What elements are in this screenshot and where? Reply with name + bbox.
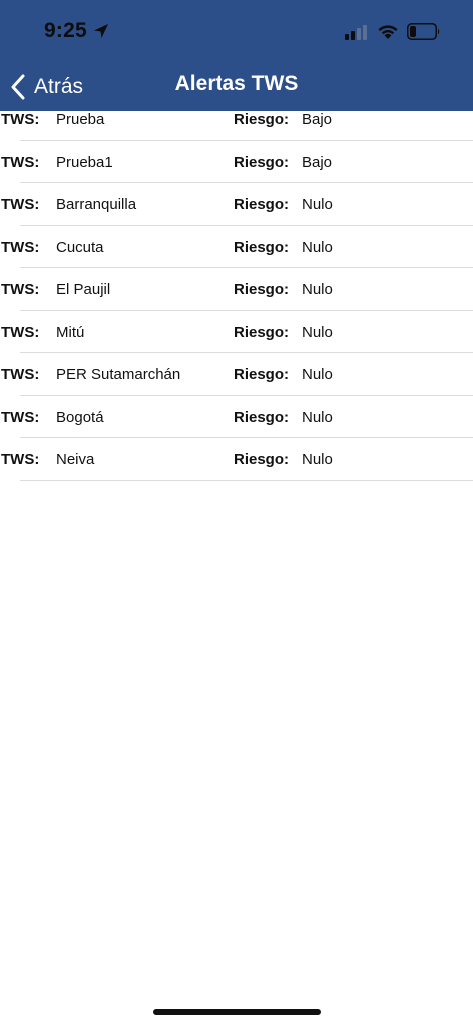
tws-name: PER Sutamarchán xyxy=(56,366,181,383)
risk-value: Nulo xyxy=(302,238,333,256)
tws-name: Mitú xyxy=(56,323,85,341)
risk-value: Nulo xyxy=(302,281,333,298)
risk-label: Riesgo: xyxy=(234,196,290,213)
alert-row[interactable]: TWS: El Paujil Riesgo: Nulo xyxy=(0,268,473,311)
tws-label: TWS: xyxy=(1,408,40,426)
risk-value: Nulo xyxy=(302,323,333,341)
tws-label: TWS: xyxy=(1,111,40,128)
tws-label: TWS: xyxy=(1,281,40,298)
alert-row[interactable]: TWS: Mitú Riesgo: Nulo xyxy=(0,311,473,354)
tws-name: Cucuta xyxy=(56,238,104,256)
risk-value: Nulo xyxy=(302,366,333,383)
tws-label: TWS: xyxy=(1,196,40,213)
risk-label: Riesgo: xyxy=(234,323,290,341)
tws-name: El Paujil xyxy=(56,281,111,298)
alert-row[interactable]: TWS: Bogotá Riesgo: Nulo xyxy=(0,396,473,439)
tws-label: TWS: xyxy=(1,323,40,341)
tws-label: TWS: xyxy=(1,451,40,468)
alert-row[interactable]: TWS: Neiva Riesgo: Nulo xyxy=(0,438,473,481)
status-time: 9:25 xyxy=(44,19,87,42)
cellular-signal-icon xyxy=(345,25,367,40)
risk-value: Bajo xyxy=(302,111,333,128)
risk-label: Riesgo: xyxy=(234,366,290,383)
risk-label: Riesgo: xyxy=(234,153,290,171)
tws-label: TWS: xyxy=(1,238,40,256)
risk-value: Nulo xyxy=(302,196,333,213)
alert-row[interactable]: TWS: Barranquilla Riesgo: Nulo xyxy=(0,183,473,226)
risk-value: Bajo xyxy=(302,153,333,171)
tws-name: Bogotá xyxy=(56,408,104,426)
alert-row[interactable]: TWS: Prueba Riesgo: Bajo xyxy=(0,98,473,141)
location-arrow-icon xyxy=(94,24,108,38)
risk-label: Riesgo: xyxy=(234,281,290,298)
risk-label: Riesgo: xyxy=(234,111,290,128)
wifi-icon xyxy=(378,25,398,39)
tws-name: Neiva xyxy=(56,451,95,468)
battery-icon xyxy=(407,23,440,40)
risk-value: Nulo xyxy=(302,451,333,468)
home-indicator[interactable] xyxy=(153,1009,321,1015)
tws-name: Prueba xyxy=(56,111,105,128)
status-bar: 9:25 xyxy=(0,0,473,64)
alert-row[interactable]: TWS: Cucuta Riesgo: Nulo xyxy=(0,226,473,269)
alert-row[interactable]: TWS: PER Sutamarchán Riesgo: Nulo xyxy=(0,353,473,396)
tws-name: Prueba1 xyxy=(56,153,113,171)
nav-header: 9:25 Atrás Alertas TWS xyxy=(0,0,473,111)
alert-list: TWS: Prueba Riesgo: Bajo TWS: Prueba1 Ri… xyxy=(0,98,473,481)
tws-label: TWS: xyxy=(1,366,40,383)
tws-name: Barranquilla xyxy=(56,196,137,213)
risk-value: Nulo xyxy=(302,408,333,426)
page-title: Alertas TWS xyxy=(174,72,299,95)
alert-row[interactable]: TWS: Prueba1 Riesgo: Bajo xyxy=(0,141,473,184)
tws-label: TWS: xyxy=(1,153,40,171)
risk-label: Riesgo: xyxy=(234,408,290,426)
risk-label: Riesgo: xyxy=(234,451,290,468)
risk-label: Riesgo: xyxy=(234,238,290,256)
